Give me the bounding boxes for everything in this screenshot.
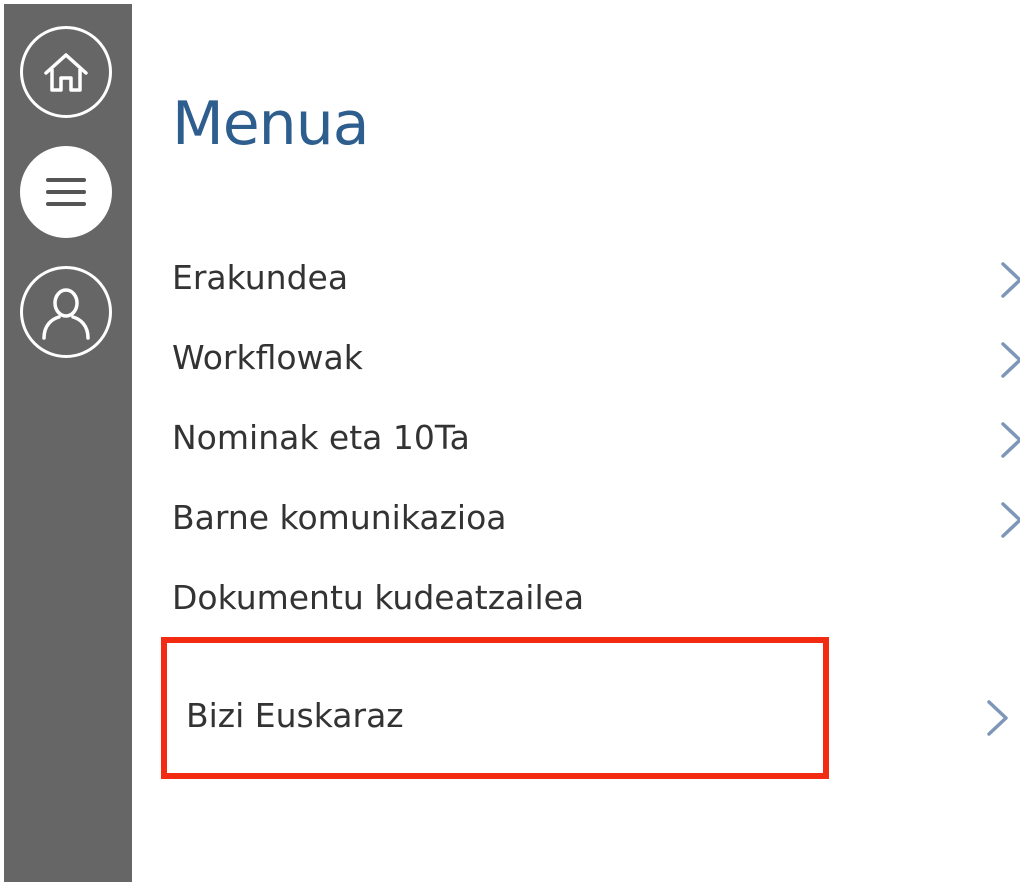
chevron-right-icon	[987, 700, 1008, 736]
sidebar	[4, 4, 132, 882]
menu-item-nominak[interactable]: Nominak eta 10Ta	[172, 408, 1020, 468]
hamburger-menu-icon	[46, 178, 86, 206]
chevron-right-icon	[1001, 342, 1020, 378]
menu-item-label: Barne komunikazioa	[172, 498, 507, 537]
menu-item-label: Bizi Euskaraz	[186, 696, 404, 735]
menu-item-workflowak[interactable]: Workflowak	[172, 328, 1020, 388]
menu-item-label: Dokumentu kudeatzailea	[172, 578, 585, 617]
home-icon	[44, 53, 88, 92]
main-panel: Menua Erakundea Workflowak Nominak eta 1…	[132, 0, 1020, 882]
chevron-right-icon	[1001, 502, 1020, 538]
profile-button[interactable]	[20, 266, 112, 358]
menu-item-label: Nominak eta 10Ta	[172, 418, 470, 457]
menu-item-barne-komunikazioa[interactable]: Barne komunikazioa	[172, 488, 1020, 548]
chevron-right-icon	[1001, 262, 1020, 298]
menu-item-label: Workflowak	[172, 338, 363, 377]
menu-item-bizi-euskaraz[interactable]: Bizi Euskaraz	[186, 686, 1020, 746]
page-title: Menua	[172, 89, 370, 159]
menu-item-dokumentu-kudeatzailea[interactable]: Dokumentu kudeatzailea	[172, 568, 1020, 628]
menu-item-label: Erakundea	[172, 258, 349, 297]
menu-item-erakundea[interactable]: Erakundea	[172, 248, 1020, 308]
chevron-right-icon	[1001, 422, 1020, 458]
user-profile-icon	[42, 288, 90, 340]
menu-button[interactable]	[20, 146, 112, 238]
home-button[interactable]	[20, 26, 112, 118]
